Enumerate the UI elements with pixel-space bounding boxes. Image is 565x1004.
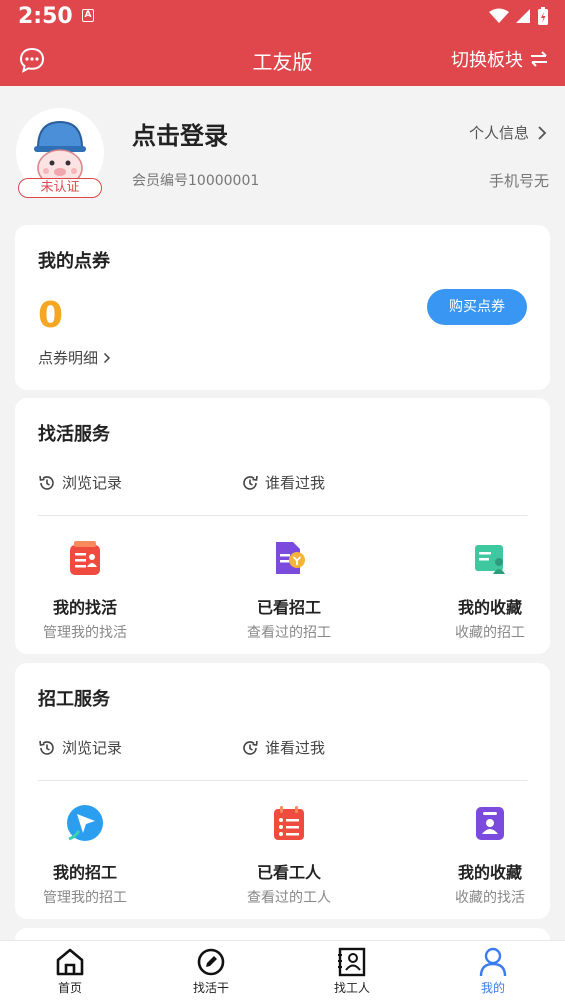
verification-badge: 未认证 — [18, 178, 102, 198]
checklist-icon — [274, 806, 304, 840]
history-icon — [39, 475, 54, 490]
job-browse-history-label: 浏览记录 — [62, 474, 123, 492]
signal-icon — [516, 9, 530, 23]
phone-number: 手机号无 — [488, 172, 549, 190]
tile-subtitle: 管理我的找活 — [43, 625, 127, 641]
divider — [38, 780, 527, 781]
tile-subtitle: 收藏的找活 — [455, 890, 525, 906]
hire-browse-history-label: 浏览记录 — [62, 739, 123, 757]
worker-card-icon — [338, 947, 366, 977]
system-icons — [489, 6, 549, 26]
tile-title: 我的找活 — [52, 598, 117, 617]
tile-subtitle: 查看过的招工 — [247, 625, 331, 641]
profile-section[interactable]: 未认证 点击登录 会员编号10000001 个人信息 手机号无 — [0, 86, 565, 216]
coupon-count: 0 — [38, 295, 64, 336]
tab-mine[interactable]: 我的 — [453, 947, 533, 996]
chevron-right-icon — [103, 352, 110, 364]
personal-info-label: 个人信息 — [468, 124, 529, 142]
job-visitors-label: 谁看过我 — [265, 474, 326, 492]
tile-title: 我的收藏 — [457, 863, 522, 882]
hire-browse-history-link[interactable]: 浏览记录 — [38, 737, 122, 758]
tile-title: 已看工人 — [256, 863, 321, 882]
document-coin-icon — [276, 542, 305, 574]
tile-title: 我的收藏 — [457, 598, 522, 617]
personal-info-link[interactable]: 个人信息 — [469, 122, 547, 143]
chevron-right-icon — [538, 125, 547, 140]
tab-mine-label: 我的 — [480, 981, 505, 995]
coupon-detail-label: 点券明细 — [38, 349, 99, 367]
tile-subtitle: 收藏的招工 — [455, 625, 525, 641]
my-job-seeking-tile[interactable]: 我的找活 管理我的找活 — [15, 538, 155, 642]
wifi-icon — [489, 8, 509, 23]
send-icon — [67, 805, 103, 841]
tile-subtitle: 查看过的工人 — [247, 890, 331, 906]
swap-icon — [531, 51, 547, 67]
job-visitors-link[interactable]: 谁看过我 — [241, 472, 325, 493]
history-icon — [39, 740, 54, 755]
hire-favorites-tile[interactable]: 我的收藏 收藏的找活 — [420, 803, 560, 907]
clock-refresh-icon — [243, 740, 258, 755]
job-favorites-tile[interactable]: 我的收藏 收藏的招工 — [420, 538, 560, 642]
tab-home-label: 首页 — [57, 981, 82, 995]
hire-service-card: 招工服务 浏览记录 谁看过我 我的招工 管理我的招工 已看工人 查看过的工人 我… — [15, 663, 550, 919]
status-bar: 2:50 A — [0, 0, 565, 34]
buy-coupon-button[interactable]: 购买点券 — [427, 289, 527, 325]
hire-visitors-label: 谁看过我 — [265, 739, 326, 757]
divider — [38, 515, 527, 516]
viewed-workers-tile[interactable]: 已看工人 查看过的工人 — [219, 803, 359, 907]
tab-home[interactable]: 首页 — [30, 947, 110, 996]
hire-visitors-link[interactable]: 谁看过我 — [241, 737, 325, 758]
home-icon — [56, 948, 84, 976]
compass-pencil-icon — [197, 948, 225, 976]
tab-find-work[interactable]: 找活干 — [171, 947, 251, 996]
coupon-card: 我的点券 0 点券明细 购买点券 — [15, 225, 550, 390]
tab-find-work-label: 找活干 — [192, 981, 229, 995]
favorite-card-icon — [475, 545, 505, 574]
job-browse-history-link[interactable]: 浏览记录 — [38, 472, 122, 493]
switch-section-button[interactable]: 切换板块 — [451, 46, 549, 72]
profile-card-icon — [476, 807, 504, 840]
job-service-card: 找活服务 浏览记录 谁看过我 我的找活 管理我的找活 已看招工 查看过的招工 我… — [15, 398, 550, 654]
battery-icon — [538, 7, 548, 25]
switch-section-label: 切换板块 — [451, 50, 523, 71]
clock-refresh-icon — [243, 475, 258, 490]
my-hiring-tile[interactable]: 我的招工 管理我的招工 — [15, 803, 155, 907]
tab-find-workers[interactable]: 找工人 — [312, 947, 392, 996]
coupon-title: 我的点券 — [38, 251, 110, 272]
app-bar: 工友版 切换板块 — [0, 34, 565, 86]
tile-subtitle: 管理我的招工 — [43, 890, 127, 906]
viewed-jobs-tile[interactable]: 已看招工 查看过的招工 — [219, 538, 359, 642]
notification-icon: A — [82, 9, 94, 22]
coupon-detail-link[interactable]: 点券明细 — [38, 347, 111, 368]
login-link[interactable]: 点击登录 — [132, 116, 228, 151]
tab-find-workers-label: 找工人 — [333, 981, 370, 995]
tile-title: 我的招工 — [52, 863, 117, 882]
status-time: 2:50 — [18, 4, 73, 29]
user-icon — [479, 947, 507, 977]
hire-service-title: 招工服务 — [38, 689, 110, 710]
bottom-tab-bar: 首页 找活干 找工人 我的 — [0, 940, 565, 1004]
job-service-title: 找活服务 — [38, 424, 110, 445]
resume-card-icon — [70, 541, 100, 575]
member-id: 会员编号10000001 — [132, 173, 260, 189]
tile-title: 已看招工 — [256, 598, 321, 617]
